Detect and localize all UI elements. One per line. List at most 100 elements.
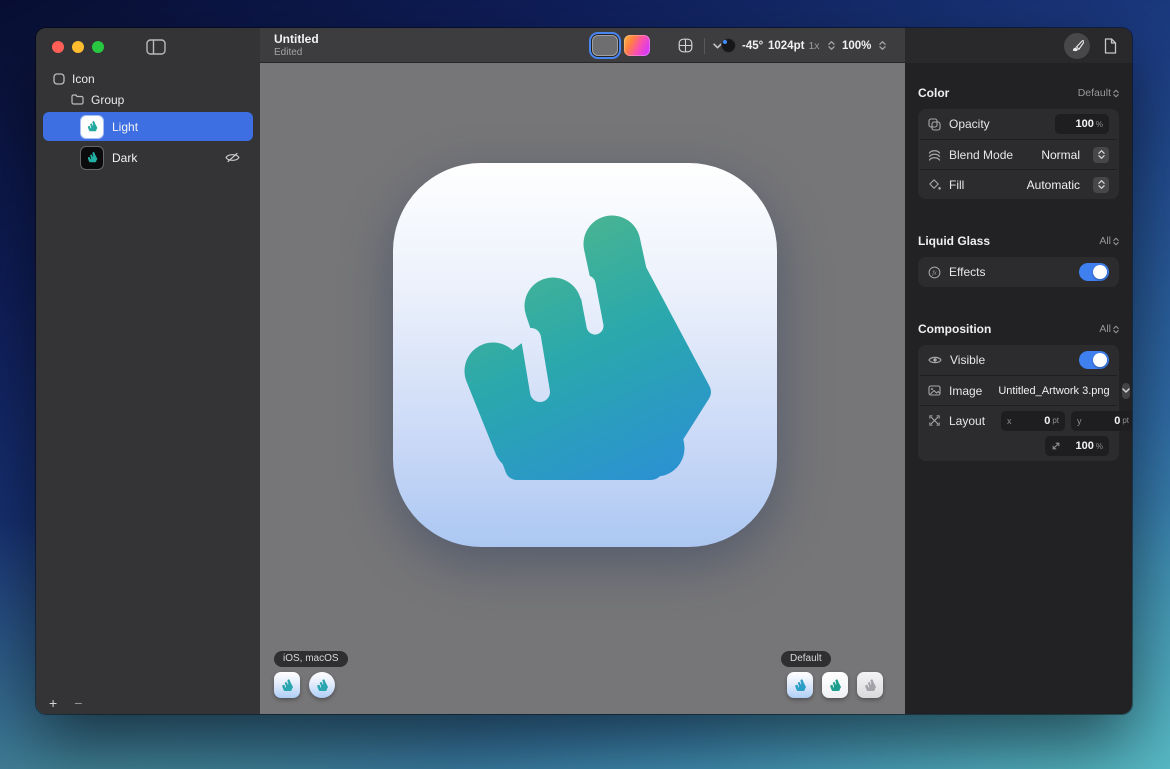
sidebar-item-label: Light xyxy=(112,120,138,134)
scope-value: Default xyxy=(1078,87,1111,99)
eye-icon xyxy=(928,355,942,365)
composition-card: Visible Image Untitled_Artwork 3.png xyxy=(918,345,1119,461)
scale-value: 100 xyxy=(1076,440,1094,452)
canvas-size-value: 1024pt xyxy=(768,40,804,52)
folder-icon xyxy=(71,94,84,105)
layout-label: Layout xyxy=(949,414,985,428)
y-label: y xyxy=(1077,416,1082,426)
zoom-control[interactable]: 100% xyxy=(842,28,886,63)
sidebar-item-label: Group xyxy=(91,93,124,107)
image-picker-button[interactable] xyxy=(1122,383,1130,399)
light-angle-value: -45° xyxy=(742,40,763,52)
liquid-glass-section-title: Liquid Glass xyxy=(918,234,990,248)
minimize-button[interactable] xyxy=(72,41,84,53)
mono-appearance-preview[interactable] xyxy=(857,672,883,698)
stepper-icon xyxy=(1113,237,1119,246)
layout-y-field[interactable]: y 0 pt xyxy=(1071,411,1132,431)
stepper-icon xyxy=(1113,325,1119,334)
effects-label: Effects xyxy=(949,265,985,279)
color-card: Opacity 100 % Blend Mode Normal xyxy=(918,109,1119,199)
grid-icon xyxy=(678,38,693,53)
blend-mode-label: Blend Mode xyxy=(949,148,1013,162)
image-row: Image Untitled_Artwork 3.png xyxy=(920,375,1117,405)
dark-appearance-preview[interactable] xyxy=(822,672,848,698)
sidebar-footer: + − xyxy=(49,695,82,711)
stepper-icon[interactable] xyxy=(828,40,835,51)
sidebar-item-group[interactable]: Group xyxy=(36,89,260,110)
toolbar-divider xyxy=(704,38,705,54)
app-window: Icon Group Light Dark xyxy=(36,28,1132,714)
x-label: x xyxy=(1007,416,1012,426)
blend-mode-stepper[interactable] xyxy=(1093,147,1109,163)
opacity-field[interactable]: 100 % xyxy=(1055,114,1109,134)
visible-row: Visible xyxy=(920,345,1117,375)
add-layer-button[interactable]: + xyxy=(49,695,57,711)
y-value: 0 xyxy=(1114,415,1120,427)
sidebar-toggle-icon[interactable] xyxy=(146,39,166,55)
layout-icon xyxy=(928,414,941,427)
sidebar-item-label: Icon xyxy=(72,72,95,86)
inspector-toolbar xyxy=(905,28,1132,63)
ios-preview[interactable] xyxy=(274,672,300,698)
document-icon xyxy=(1103,38,1117,54)
solid-background-swatch[interactable] xyxy=(592,35,618,56)
layout-x-field[interactable]: x 0 pt xyxy=(1001,411,1065,431)
color-scope-selector[interactable]: Default xyxy=(1078,87,1119,99)
hand-logo-icon xyxy=(85,119,100,134)
effects-toggle[interactable] xyxy=(1079,263,1109,281)
grid-overlay-button[interactable] xyxy=(674,35,696,57)
canvas[interactable]: iOS, macOS Default xyxy=(260,64,905,714)
composition-section-title: Composition xyxy=(918,322,991,336)
opacity-label: Opacity xyxy=(949,117,990,131)
image-filename: Untitled_Artwork 3.png xyxy=(998,385,1109,397)
layout-scale-field[interactable]: 100 % xyxy=(1045,436,1109,456)
color-section-title: Color xyxy=(918,86,949,100)
stepper-icon xyxy=(1113,89,1119,98)
appearance-brush-button[interactable] xyxy=(1064,33,1090,59)
dark-thumbnail xyxy=(81,147,103,169)
visible-toggle[interactable] xyxy=(1079,351,1109,369)
document-info-button[interactable] xyxy=(1103,38,1117,54)
layout-row: Layout x 0 pt y 0 pt xyxy=(920,405,1117,435)
sidebar-item-label: Dark xyxy=(112,151,137,165)
x-value: 0 xyxy=(1044,415,1050,427)
light-angle-dial[interactable] xyxy=(721,38,736,53)
visible-label: Visible xyxy=(950,353,985,367)
visibility-off-icon[interactable] xyxy=(225,152,240,163)
close-button[interactable] xyxy=(52,41,64,53)
layer-tree: Icon Group Light Dark xyxy=(36,68,260,174)
svg-text:fx: fx xyxy=(932,269,937,276)
canvas-size-control[interactable]: 1024pt 1x xyxy=(768,28,835,63)
composition-scope-selector[interactable]: All xyxy=(1099,323,1119,335)
app-icon-preview[interactable] xyxy=(390,160,780,550)
light-angle-control[interactable]: -45° xyxy=(721,28,763,63)
sidebar-item-light[interactable]: Light xyxy=(43,112,253,141)
scale-unit: % xyxy=(1096,442,1103,451)
zoom-button[interactable] xyxy=(92,41,104,53)
blend-mode-icon xyxy=(928,148,941,161)
effects-icon: fx xyxy=(928,266,941,279)
effects-row: fx Effects xyxy=(920,257,1117,287)
fill-stepper[interactable] xyxy=(1093,177,1109,193)
x-unit: pt xyxy=(1052,416,1059,425)
macos-preview[interactable] xyxy=(309,672,335,698)
background-swatches xyxy=(592,28,650,63)
platform-chip: iOS, macOS xyxy=(274,651,348,667)
default-appearance-preview[interactable] xyxy=(787,672,813,698)
appearance-chip: Default xyxy=(781,651,831,667)
gradient-background-swatch[interactable] xyxy=(624,35,650,56)
sidebar-item-icon[interactable]: Icon xyxy=(36,68,260,89)
remove-layer-button[interactable]: − xyxy=(74,695,82,711)
appearance-previews xyxy=(787,672,883,698)
document-title: Untitled Edited xyxy=(274,32,319,58)
image-label: Image xyxy=(949,384,982,398)
canvas-scale-value: 1x xyxy=(808,40,819,52)
canvas-pane: Untitled Edited -4 xyxy=(260,28,905,714)
opacity-value: 100 xyxy=(1076,118,1094,130)
liquid-glass-scope-selector[interactable]: All xyxy=(1099,235,1119,247)
fill-icon xyxy=(928,178,941,191)
scale-arrow-icon xyxy=(1051,441,1061,451)
sidebar-item-dark[interactable]: Dark xyxy=(43,143,253,172)
stepper-icon[interactable] xyxy=(879,40,886,51)
hand-logo-icon xyxy=(85,150,100,165)
